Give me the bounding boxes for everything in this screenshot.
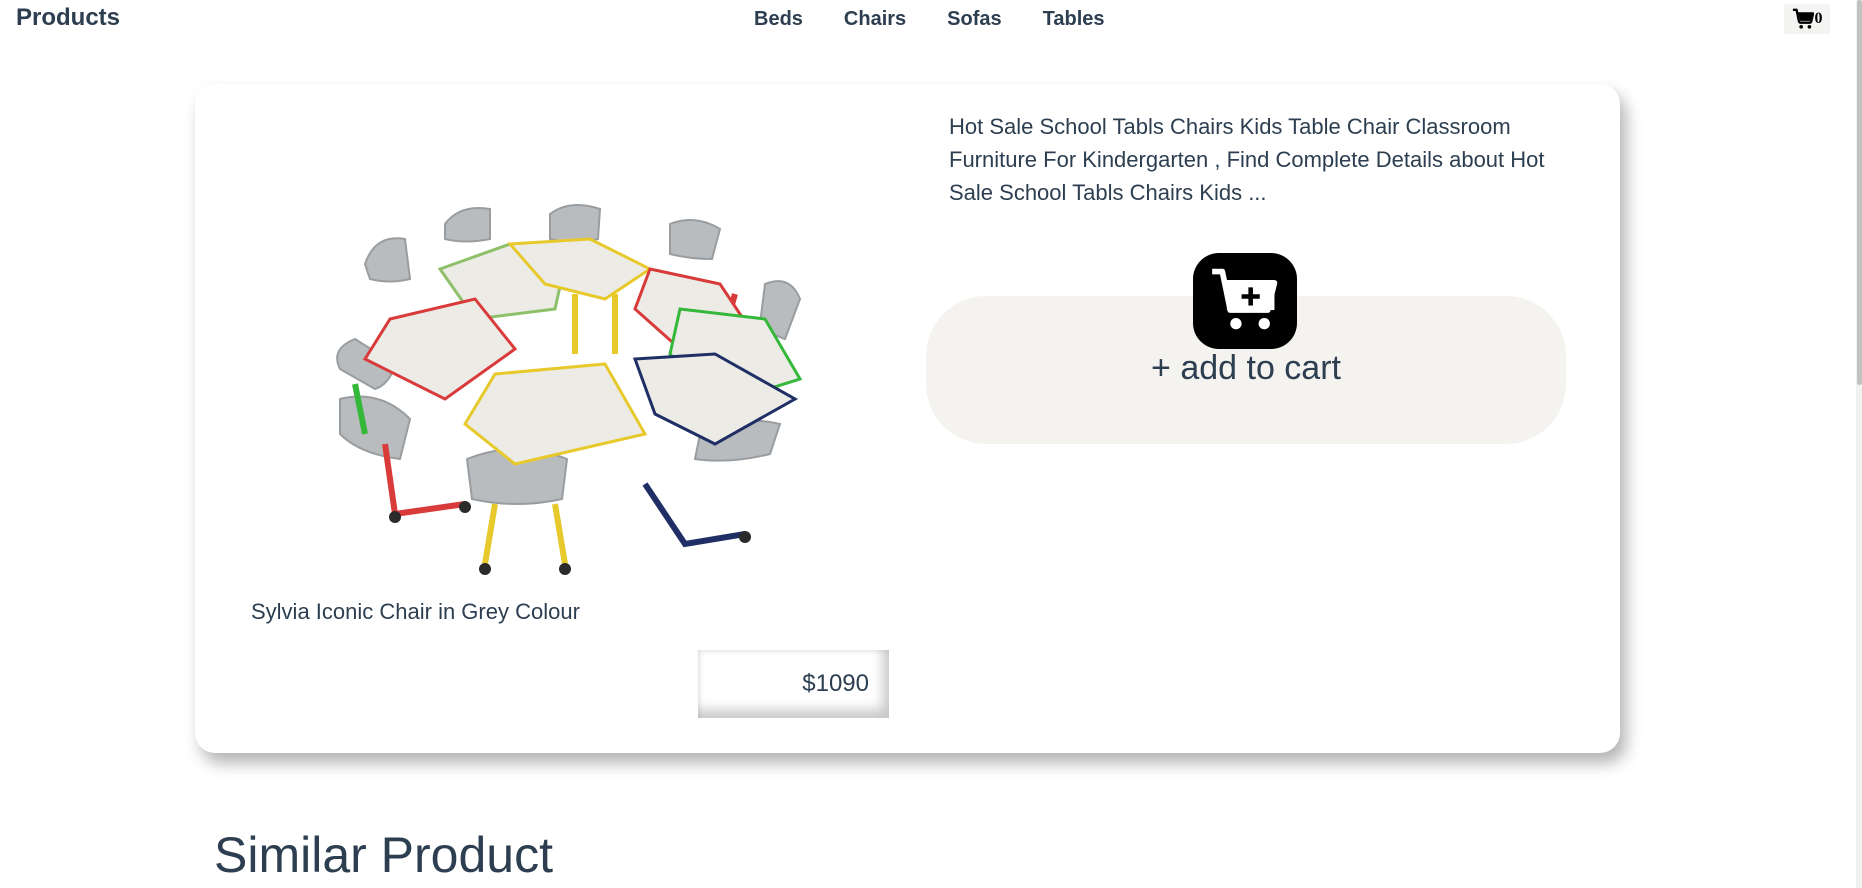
page: Products Beds Chairs Sofas Tables 0 Sylv… [0, 0, 1862, 888]
add-to-cart-icon[interactable] [1193, 253, 1297, 349]
brand-link[interactable]: Products [16, 4, 120, 32]
add-to-cart-label[interactable]: + add to cart [926, 349, 1566, 388]
cart-count: 0 [1814, 10, 1823, 27]
product-card: Sylvia Iconic Chair in Grey Colour $1090… [195, 84, 1620, 753]
similar-product-title: Similar Product [214, 827, 553, 883]
nav-link-chairs[interactable]: Chairs [844, 8, 906, 31]
nav-link-tables[interactable]: Tables [1043, 8, 1105, 31]
cart-button[interactable]: 0 [1784, 4, 1830, 34]
cart-icon [1792, 8, 1814, 29]
navbar: Products Beds Chairs Sofas Tables 0 [0, 0, 1862, 40]
nav-link-sofas[interactable]: Sofas [947, 8, 1001, 31]
cart-plus-icon [1212, 268, 1278, 330]
product-name[interactable]: Sylvia Iconic Chair in Grey Colour [251, 599, 580, 625]
classroom-table-chairs-image[interactable] [255, 144, 835, 604]
price-badge: $1090 [698, 650, 889, 718]
product-description: Hot Sale School Tabls Chairs Kids Table … [949, 114, 1545, 205]
price-value: $1090 [802, 670, 869, 697]
scrollbar-thumb[interactable] [1857, 0, 1862, 385]
nav-links: Beds Chairs Sofas Tables [754, 8, 1146, 31]
nav-link-beds[interactable]: Beds [754, 8, 803, 31]
